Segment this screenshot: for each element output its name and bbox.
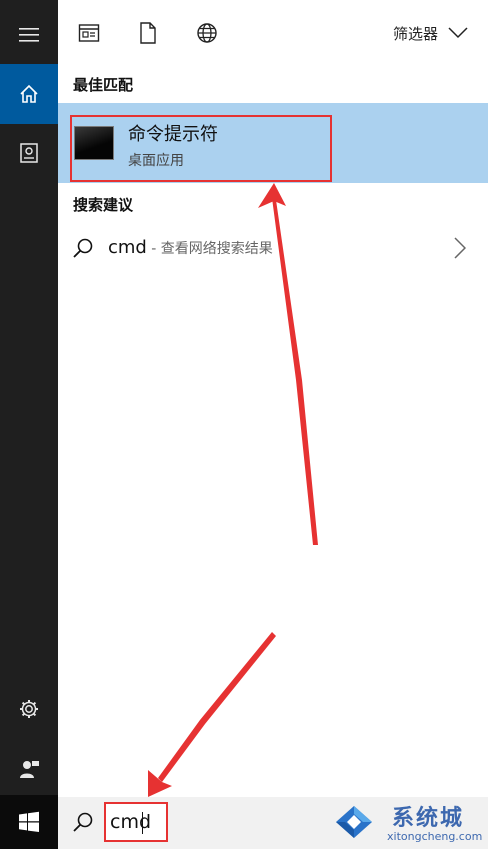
documents-scope-button[interactable]	[135, 20, 161, 46]
apps-icon	[78, 24, 100, 42]
filter-label: 筛选器	[392, 24, 438, 43]
suggestion-text: cmd - 查看网络搜索结果	[108, 237, 273, 258]
feedback-button[interactable]	[0, 740, 58, 798]
home-icon	[20, 84, 38, 103]
filter-dropdown[interactable]: 筛选器	[393, 20, 468, 46]
settings-button[interactable]	[0, 680, 58, 738]
notebook-button[interactable]	[0, 124, 58, 182]
suggestion-subtitle: - 查看网络搜索结果	[146, 241, 273, 257]
apps-scope-button[interactable]	[76, 20, 102, 46]
watermark-url: xitongcheng.com	[387, 830, 483, 843]
globe-icon	[197, 23, 217, 43]
hamburger-icon	[19, 28, 39, 42]
search-input[interactable]	[104, 802, 168, 842]
text-caret	[142, 812, 143, 834]
suggestion-query: cmd	[108, 237, 147, 258]
search-scope-toolbar: 筛选器	[58, 0, 488, 64]
search-icon	[72, 811, 94, 833]
watermark-title: 系统城	[392, 806, 465, 831]
chevron-right-icon[interactable]	[454, 237, 466, 259]
chevron-down-icon	[448, 27, 468, 39]
menu-button[interactable]	[0, 6, 58, 64]
suggestion-item[interactable]: cmd - 查看网络搜索结果	[58, 224, 488, 272]
best-match-heading: 最佳匹配	[73, 76, 134, 94]
web-scope-button[interactable]	[194, 20, 220, 46]
start-button[interactable]	[0, 795, 58, 849]
notebook-icon	[20, 143, 38, 163]
left-rail	[0, 0, 58, 849]
home-button[interactable]	[0, 64, 58, 124]
annotation-highlight-box	[70, 115, 332, 182]
feedback-icon	[20, 761, 39, 778]
annotation-arrow-down	[148, 632, 276, 797]
search-icon	[72, 237, 94, 259]
gear-icon	[20, 700, 38, 718]
document-icon	[140, 22, 156, 44]
search-suggestions-heading: 搜索建议	[73, 196, 134, 214]
windows-logo-icon	[19, 811, 39, 832]
